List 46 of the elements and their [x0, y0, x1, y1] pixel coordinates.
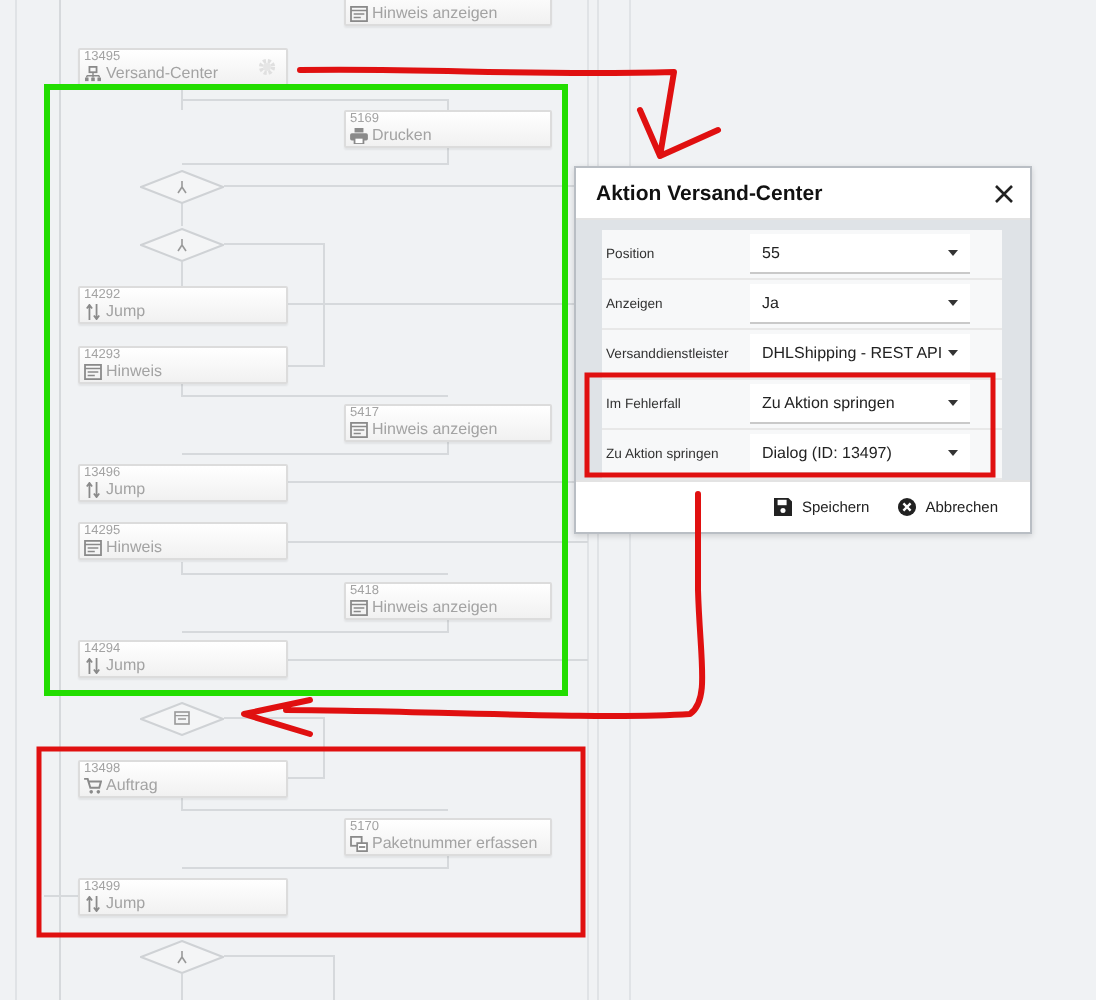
message-icon — [84, 364, 102, 380]
printer-icon — [350, 128, 368, 144]
jump-arrows-icon — [84, 896, 102, 912]
gear-icon[interactable] — [258, 58, 276, 76]
dialog-title: Aktion Versand-Center — [596, 181, 823, 205]
cancel-icon — [897, 498, 916, 516]
node-label: Hinweis anzeigen — [372, 598, 498, 618]
decision-diamond[interactable] — [140, 939, 224, 973]
message-icon — [84, 540, 102, 556]
decision-diamond[interactable] — [140, 701, 224, 735]
message-icon — [350, 422, 368, 438]
close-icon[interactable] — [994, 183, 1014, 203]
network-icon — [84, 66, 102, 82]
node-label: Hinweis — [106, 362, 163, 382]
select-field[interactable]: 55 — [750, 234, 970, 274]
jump-arrows-icon — [84, 482, 102, 498]
node-label: Jump — [106, 480, 146, 500]
caret-icon — [948, 300, 958, 306]
node-label: Versand-Center — [106, 64, 219, 84]
decision-diamond[interactable] — [140, 227, 224, 261]
save-icon — [773, 498, 792, 516]
select-field[interactable]: Zu Aktion springen — [750, 384, 970, 424]
caret-icon — [948, 400, 958, 406]
node-label: Auftrag — [106, 776, 158, 796]
package-icon — [350, 836, 368, 852]
caret-icon — [948, 450, 958, 456]
select-field[interactable]: Ja — [750, 284, 970, 324]
flow-node[interactable]: Hinweis anzeigen — [344, 0, 552, 26]
jump-arrows-icon — [84, 304, 102, 320]
caret-icon — [948, 350, 958, 356]
message-icon — [350, 6, 368, 22]
select-field[interactable]: Dialog (ID: 13497) — [750, 434, 970, 474]
node-label: Jump — [106, 302, 146, 322]
node-label: Paketnummer erfassen — [372, 834, 538, 854]
cart-icon — [84, 778, 102, 794]
caret-icon — [948, 250, 958, 256]
decision-diamond[interactable] — [140, 169, 224, 203]
node-label: Jump — [106, 656, 146, 676]
node-label: Drucken — [372, 126, 432, 146]
message-icon — [350, 600, 368, 616]
node-label: Jump — [106, 894, 146, 914]
node-label: Hinweis anzeigen — [372, 4, 498, 24]
node-label: Hinweis — [106, 538, 163, 558]
select-field[interactable]: DHLShipping - REST API — [750, 334, 970, 374]
jump-arrows-icon — [84, 658, 102, 674]
node-label: Hinweis anzeigen — [372, 420, 498, 440]
